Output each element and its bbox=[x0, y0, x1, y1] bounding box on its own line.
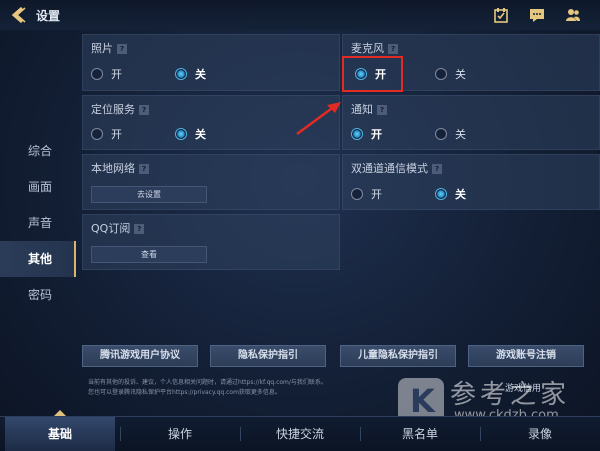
help-icon[interactable]: ? bbox=[377, 105, 387, 115]
help-icon[interactable]: ? bbox=[388, 44, 398, 54]
help-icon[interactable]: ? bbox=[432, 164, 442, 174]
tab-replay[interactable]: 录像 bbox=[485, 417, 595, 451]
footnote-line-2: 您也可以登录腾讯隐私保护平台https://privacy.qq.com获取更多… bbox=[88, 389, 281, 396]
tab-blacklist[interactable]: 黑名单 bbox=[365, 417, 475, 451]
photo-title: 照片 bbox=[91, 42, 113, 55]
page-title: 设置 bbox=[36, 9, 61, 23]
radio-icon[interactable] bbox=[351, 188, 363, 200]
friends-icon[interactable] bbox=[565, 7, 581, 23]
sidebar-item-sound[interactable]: 声音 bbox=[0, 205, 76, 241]
back-arrow-icon[interactable] bbox=[10, 6, 28, 24]
calendar-check-icon[interactable] bbox=[493, 7, 509, 23]
help-icon[interactable]: ? bbox=[139, 164, 149, 174]
radio-selected-icon[interactable] bbox=[351, 128, 363, 140]
location-on-option[interactable]: 开 bbox=[91, 126, 122, 142]
account-deletion-button[interactable]: 游戏账号注销 bbox=[468, 345, 584, 367]
watermark-name: 参考之家 bbox=[450, 380, 571, 410]
view-button[interactable]: 查看 bbox=[91, 246, 207, 263]
notification-off-option[interactable]: 关 bbox=[435, 126, 466, 142]
tab-quick-chat[interactable]: 快捷交流 bbox=[245, 417, 355, 451]
radio-icon[interactable] bbox=[435, 68, 447, 80]
sidebar-item-general[interactable]: 综合 bbox=[0, 133, 76, 169]
tab-separator bbox=[480, 427, 481, 441]
highlight-box bbox=[342, 56, 403, 92]
dual-channel-off-option[interactable]: 关 bbox=[435, 186, 466, 202]
notification-on-option[interactable]: 开 bbox=[351, 126, 382, 142]
footnote-line-1: 当前有其他的投诉、建议，个人信息相关问题时，请通过https://kf.qq.c… bbox=[88, 379, 327, 386]
bottom-tab-bar: 基础 操作 快捷交流 黑名单 录像 bbox=[0, 416, 600, 451]
dual-channel-title: 双通道通信模式 bbox=[351, 162, 428, 175]
local-network-title: 本地网络 bbox=[91, 162, 135, 175]
radio-icon[interactable] bbox=[435, 128, 447, 140]
sidebar-item-password[interactable]: 密码 bbox=[0, 277, 76, 313]
photo-on-option[interactable]: 开 bbox=[91, 66, 122, 82]
mic-off-option[interactable]: 关 bbox=[435, 66, 466, 82]
tab-separator bbox=[240, 427, 241, 441]
user-agreement-button[interactable]: 腾讯游戏用户协议 bbox=[82, 345, 198, 367]
privacy-guide-button[interactable]: 隐私保护指引 bbox=[210, 345, 326, 367]
child-privacy-guide-button[interactable]: 儿童隐私保护指引 bbox=[340, 345, 456, 367]
mic-title: 麦克风 bbox=[351, 42, 384, 55]
help-icon[interactable]: ? bbox=[117, 44, 127, 54]
tab-controls[interactable]: 操作 bbox=[125, 417, 235, 451]
sidebar: 综合 画面 声音 其他 密码 bbox=[0, 133, 76, 313]
dual-channel-panel: 双通道通信模式? 开 关 bbox=[342, 154, 600, 210]
photo-off-option[interactable]: 关 bbox=[175, 66, 206, 82]
sidebar-item-display[interactable]: 画面 bbox=[0, 169, 76, 205]
qq-subscription-panel: QQ订阅? 查看 bbox=[82, 214, 340, 270]
local-network-panel: 本地网络? 去设置 bbox=[82, 154, 340, 210]
top-bar: 设置 bbox=[0, 0, 600, 30]
qq-subscription-title: QQ订阅 bbox=[91, 222, 131, 235]
tab-separator bbox=[120, 427, 121, 441]
help-icon[interactable]: ? bbox=[139, 105, 149, 115]
help-icon[interactable]: ? bbox=[134, 224, 145, 234]
radio-selected-icon[interactable] bbox=[175, 68, 187, 80]
go-settings-button[interactable]: 去设置 bbox=[91, 186, 207, 203]
radio-selected-icon[interactable] bbox=[175, 128, 187, 140]
radio-selected-icon[interactable] bbox=[435, 188, 447, 200]
notification-setting-panel: 通知? 开 关 bbox=[342, 95, 600, 150]
location-title: 定位服务 bbox=[91, 103, 135, 116]
location-off-option[interactable]: 关 bbox=[175, 126, 206, 142]
radio-icon[interactable] bbox=[91, 68, 103, 80]
red-arrow-icon bbox=[296, 102, 341, 136]
dual-channel-on-option[interactable]: 开 bbox=[351, 186, 382, 202]
sidebar-item-other[interactable]: 其他 bbox=[0, 241, 76, 277]
radio-icon[interactable] bbox=[91, 128, 103, 140]
photo-setting-panel: 照片? 开 关 bbox=[82, 34, 340, 91]
notification-title: 通知 bbox=[351, 103, 373, 116]
chat-icon[interactable] bbox=[529, 7, 545, 23]
tab-separator bbox=[360, 427, 361, 441]
tab-basic[interactable]: 基础 bbox=[5, 417, 115, 451]
